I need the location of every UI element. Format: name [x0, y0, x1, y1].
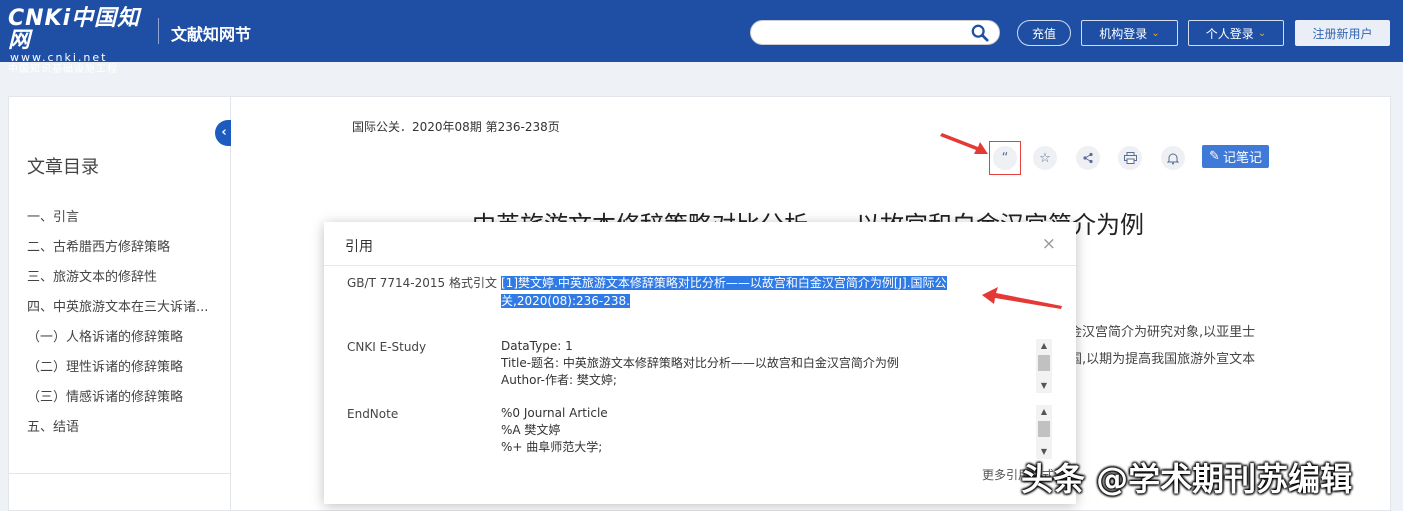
dialog-header: 引用 × — [324, 222, 1076, 266]
abstract-text: 金汉宫简介为研究对象,以亚里士 — [1069, 325, 1256, 340]
personal-login-label: 个人登录 — [1205, 26, 1254, 41]
recharge-button[interactable]: 充值 — [1017, 20, 1071, 46]
endnote-label: EndNote — [347, 407, 399, 421]
share-icon[interactable] — [1076, 146, 1100, 170]
pencil-icon: ✎ — [1209, 149, 1220, 164]
toc-item[interactable]: （二）理性诉诸的修辞策略 — [27, 358, 208, 388]
institution-login-button[interactable]: 机构登录 ⌄ — [1081, 20, 1178, 46]
table-of-contents: 文章目录 一、引言 二、古希腊西方修辞策略 三、旅游文本的修辞性 四、中英旅游文… — [8, 96, 231, 511]
bell-icon[interactable] — [1161, 146, 1185, 170]
watermark-text: 头条 @学术期刊苏编辑 — [1021, 460, 1353, 498]
endnote-line: %A 樊文婷 — [501, 423, 561, 437]
take-note-button[interactable]: ✎ 记笔记 — [1202, 145, 1269, 168]
quote-highlight-box: “ — [989, 141, 1021, 175]
take-note-label: 记笔记 — [1222, 151, 1262, 166]
recharge-label: 充值 — [1031, 26, 1056, 41]
scroll-down-icon[interactable]: ▼ — [1036, 379, 1052, 393]
chevron-down-icon: ⌄ — [1151, 27, 1160, 39]
citation-dialog: 引用 × GB/T 7714-2015 格式引文 [1]樊文婷.中英旅游文本修辞… — [324, 222, 1076, 504]
toc-item[interactable]: 四、中英旅游文本在三大诉诸... — [27, 298, 208, 328]
sidebar-divider — [9, 473, 230, 474]
gbt-citation-text[interactable]: [1]樊文婷.中英旅游文本修辞策略对比分析——以故宫和白金汉宫简介为例[J].国… — [501, 274, 1041, 310]
estudy-citation-box[interactable]: DataType: 1 Title-题名: 中英旅游文本修辞策略对比分析——以故… — [501, 338, 1053, 394]
toc-item[interactable]: 一、引言 — [27, 208, 208, 238]
institution-login-label: 机构登录 — [1099, 26, 1148, 41]
logo-sub-text: 中国知识基础设施工程 — [8, 64, 118, 75]
print-icon[interactable] — [1118, 146, 1142, 170]
toc-title: 文章目录 — [27, 157, 99, 178]
toc-item[interactable]: 三、旅游文本的修辞性 — [27, 268, 208, 298]
toc-item[interactable]: 二、古希腊西方修辞策略 — [27, 238, 208, 268]
estudy-label: CNKI E-Study — [347, 340, 427, 354]
toc-item[interactable]: （一）人格诉诸的修辞策略 — [27, 328, 208, 358]
endnote-line: %+ 曲阜师范大学; — [501, 440, 603, 454]
endnote-citation-box[interactable]: %0 Journal Article %A 樊文婷 %+ 曲阜师范大学; — [501, 405, 1053, 461]
endnote-line: %0 Journal Article — [501, 406, 608, 420]
register-label: 注册新用户 — [1312, 26, 1373, 41]
cnki-logo[interactable]: CNKi中国知网 www.cnki.net 中国知识基础设施工程 — [8, 6, 148, 76]
scroll-up-icon[interactable]: ▲ — [1036, 339, 1052, 353]
logo-divider — [158, 18, 159, 44]
estudy-scrollbar[interactable]: ▲ ▼ — [1036, 339, 1052, 393]
chevron-left-icon: ‹ — [221, 125, 227, 140]
article-source[interactable]: 国际公关．2020年08期 第236-238页 — [352, 118, 560, 135]
estudy-line: Author-作者: 樊文婷; — [501, 373, 617, 387]
top-header: CNKi中国知网 www.cnki.net 中国知识基础设施工程 文献知网节 充… — [0, 0, 1403, 76]
endnote-scrollbar[interactable]: ▲ ▼ — [1036, 405, 1052, 459]
search-icon[interactable] — [971, 24, 989, 42]
search-input[interactable] — [750, 20, 1000, 45]
dialog-title: 引用 — [345, 239, 373, 255]
quote-icon[interactable]: “ — [993, 146, 1017, 170]
logo-url-text: www.cnki.net — [10, 51, 108, 64]
site-name[interactable]: 文献知网节 — [171, 21, 251, 45]
personal-login-button[interactable]: 个人登录 ⌄ — [1188, 20, 1284, 46]
register-button[interactable]: 注册新用户 — [1295, 20, 1390, 46]
star-icon[interactable]: ☆ — [1033, 146, 1057, 170]
close-icon[interactable]: × — [1042, 234, 1056, 254]
toc-list: 一、引言 二、古希腊西方修辞策略 三、旅游文本的修辞性 四、中英旅游文本在三大诉… — [27, 208, 208, 448]
estudy-line: DataType: 1 — [501, 339, 573, 353]
abstract-text: 国,以期为提高我国旅游外宣文本 — [1069, 352, 1256, 367]
gbt-label: GB/T 7714-2015 格式引文 — [347, 276, 497, 290]
logo-main-text: CNKi中国知网 — [8, 6, 141, 53]
toc-item[interactable]: 五、结语 — [27, 418, 208, 448]
toc-item[interactable]: （三）情感诉诸的修辞策略 — [27, 388, 208, 418]
scroll-thumb[interactable] — [1038, 355, 1050, 371]
selected-citation[interactable]: [1]樊文婷.中英旅游文本修辞策略对比分析——以故宫和白金汉宫简介为例[J].国… — [501, 276, 947, 308]
chevron-down-icon: ⌄ — [1257, 27, 1267, 39]
annotation-arrow-icon — [940, 133, 988, 154]
scroll-up-icon[interactable]: ▲ — [1036, 405, 1052, 419]
scroll-thumb[interactable] — [1038, 421, 1050, 437]
estudy-line: Title-题名: 中英旅游文本修辞策略对比分析——以故宫和白金汉宫简介为例 — [501, 356, 899, 370]
annotation-arrow-icon — [982, 287, 1062, 309]
